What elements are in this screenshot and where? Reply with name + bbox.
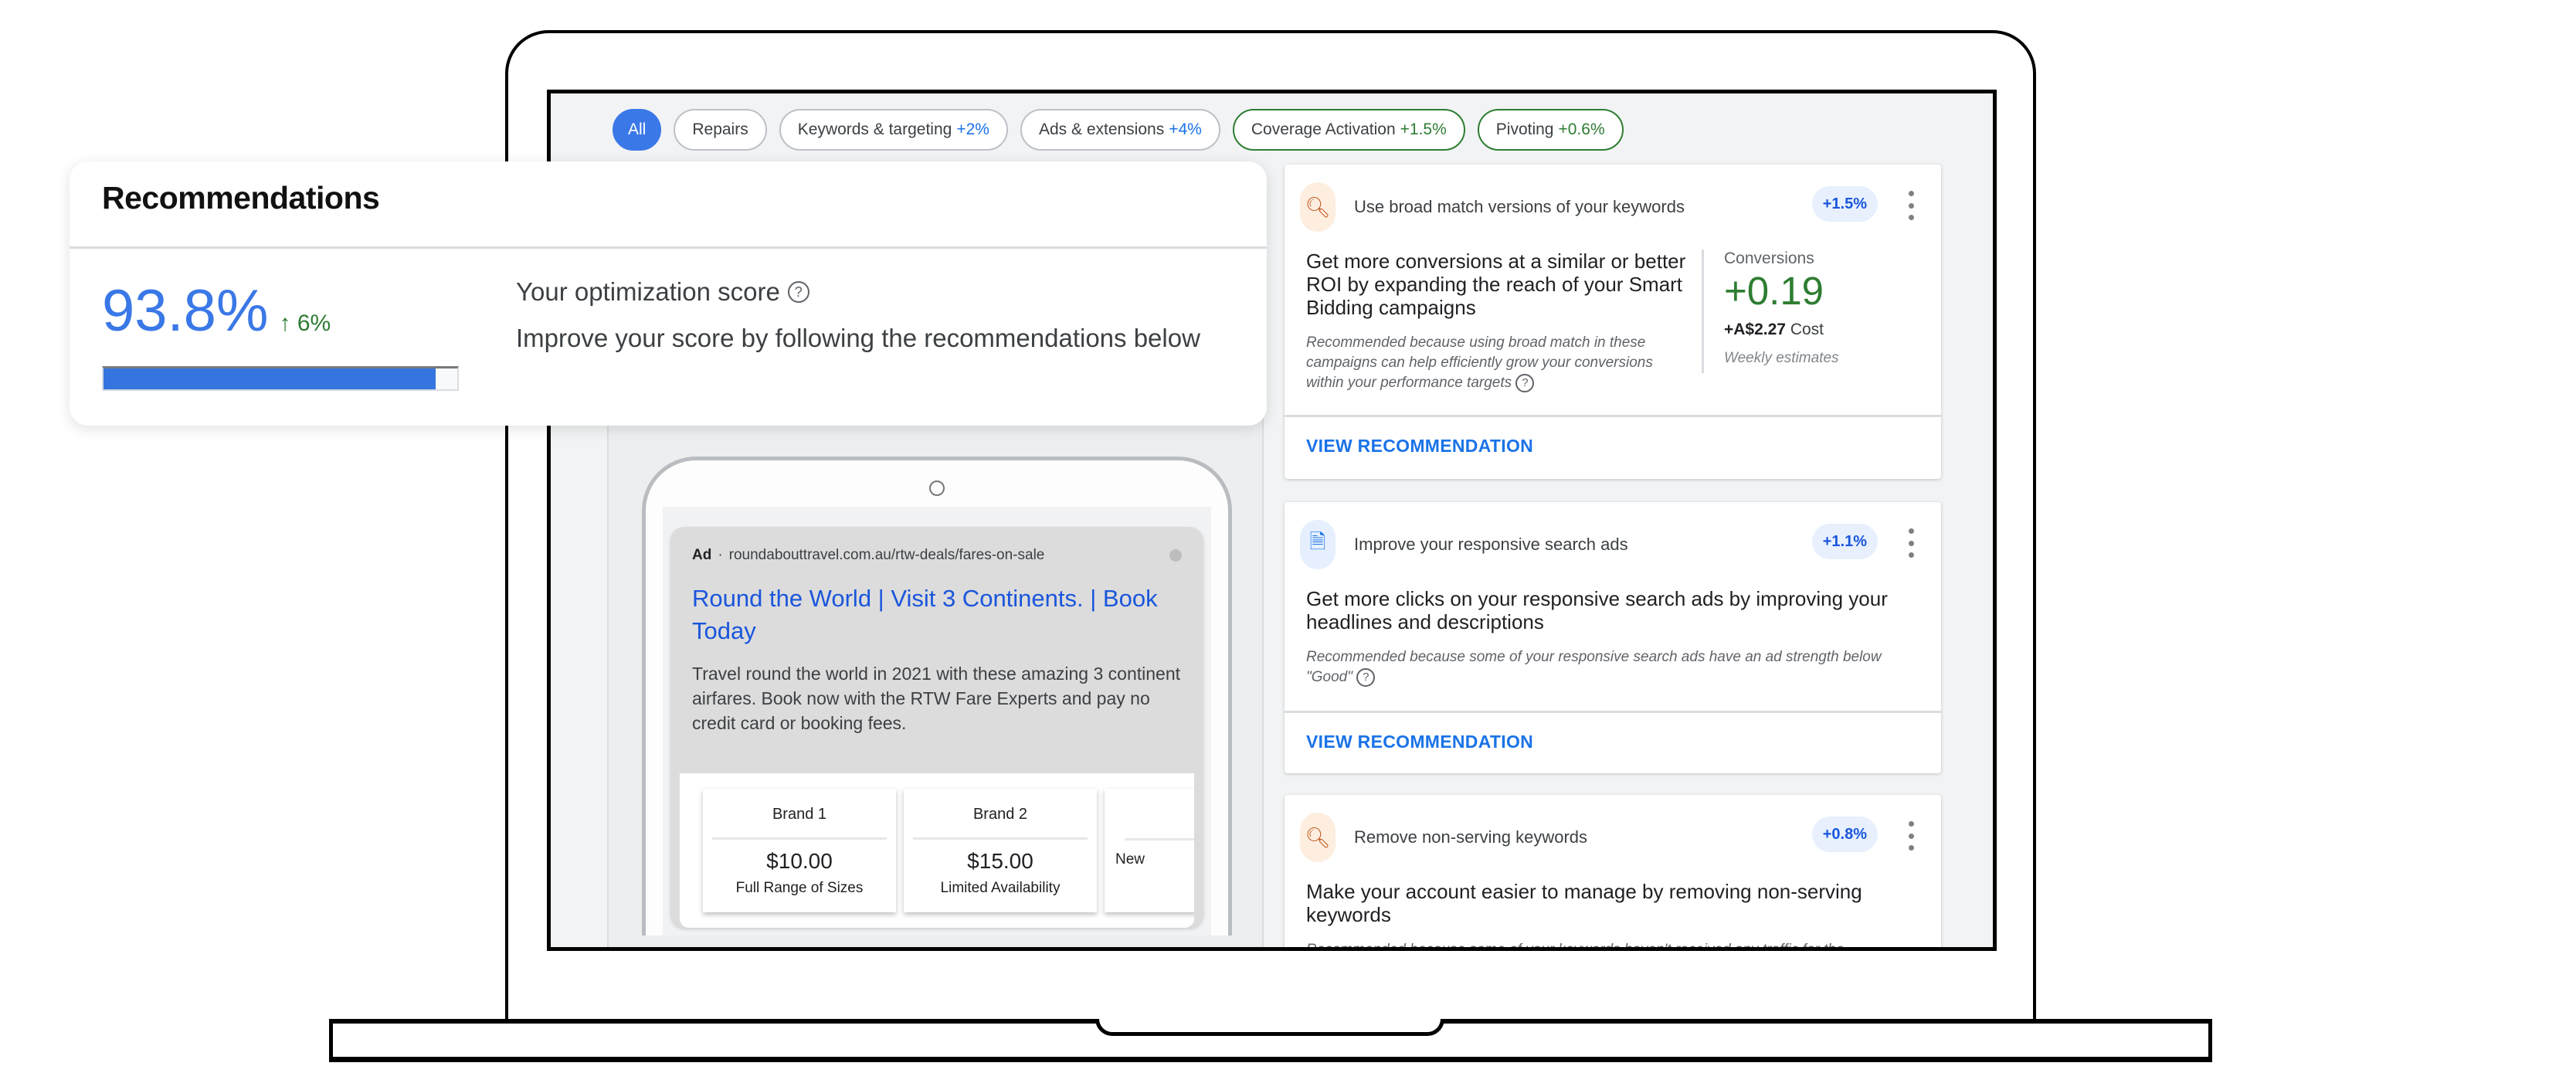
laptop-notch (1095, 1019, 1444, 1036)
product-price: $10.00 (766, 849, 833, 873)
optimization-label: Your optimization score ? (516, 277, 809, 307)
cost-value: +A$2.27 (1724, 321, 1786, 338)
score-display: 93.8% ↑ 6% (102, 277, 331, 345)
chip-coverage-activation[interactable]: Coverage Activation +1.5% (1232, 109, 1465, 151)
card-body: Get more conversions at a similar or bet… (1285, 250, 1941, 415)
chip-label: Ads & extensions (1038, 121, 1165, 138)
chip-delta: +0.6% (1558, 121, 1605, 138)
card-header: 🗎︎ Improve your responsive search ads +1… (1285, 502, 1941, 587)
help-icon[interactable]: ? (1356, 667, 1376, 687)
chip-all[interactable]: All (613, 109, 662, 151)
chip-delta: +2% (956, 121, 989, 138)
view-recommendation-button[interactable]: VIEW RECOMMENDATION (1306, 436, 1533, 457)
ad-url[interactable]: roundabouttravel.com.au/rtw-deals/fares-… (729, 547, 1045, 564)
card-title: Improve your responsive search ads (1354, 535, 1628, 554)
divider (70, 246, 1267, 249)
reason-text: Recommended because some of your respons… (1306, 649, 1882, 685)
optimization-score-card: Recommendations 93.8% ↑ 6% Your optimiza… (70, 161, 1267, 426)
card-headline: Get more clicks on your responsive searc… (1306, 587, 1888, 633)
ad-preview-panel: Ad · roundabouttravel.com.au/rtw-deals/f… (607, 410, 1264, 947)
product-brand (1125, 824, 1194, 840)
card-header: 🔍︎ Use broad match versions of your keyw… (1285, 165, 1941, 250)
product-note: Full Range of Sizes (735, 880, 864, 896)
metric-value: +0.19 (1724, 269, 1824, 313)
uplift-badge: +1.1% (1811, 524, 1878, 559)
chip-delta: +1.5% (1400, 121, 1447, 138)
reason-text: Recommended because using broad match in… (1306, 334, 1653, 391)
card-reason: Recommended because using broad match in… (1306, 333, 1692, 393)
metric-cost: +A$2.27 Cost (1724, 321, 1839, 339)
ad-header: Ad · roundabouttravel.com.au/rtw-deals/f… (692, 547, 1182, 564)
info-icon[interactable] (1169, 549, 1182, 562)
card-title: Use broad match versions of your keyword… (1354, 197, 1685, 216)
phone-camera-icon (929, 480, 945, 496)
chip-label: Repairs (692, 121, 748, 138)
card-footer: VIEW RECOMMENDATION (1285, 711, 1941, 771)
card-reason: Recommended because some of your keyword… (1306, 942, 1845, 951)
uplift-badge: +1.5% (1811, 186, 1878, 222)
score-progress-bar (102, 366, 459, 391)
card-headline: Get more conversions at a similar or bet… (1306, 250, 1686, 319)
phone-mockup: Ad · roundabouttravel.com.au/rtw-deals/f… (642, 457, 1232, 935)
ad-title-link[interactable]: Round the World | Visit 3 Continents. | … (692, 582, 1182, 647)
product-brand: Brand 2 (913, 806, 1088, 840)
card-body: Make your account easier to manage by re… (1285, 880, 1941, 951)
card-title: Remove non-serving keywords (1354, 827, 1588, 847)
metric-note: Weekly estimates (1724, 350, 1839, 366)
estimate-metrics: Conversions +0.19 +A$2.27 Cost Weekly es… (1702, 250, 1839, 373)
chip-ads-extensions[interactable]: Ads & extensions +4% (1020, 109, 1220, 151)
ad-description: Travel round the world in 2021 with thes… (692, 664, 1181, 733)
more-vert-icon[interactable] (1907, 821, 1915, 851)
optimization-description: Improve your score by following the reco… (516, 324, 1200, 352)
chip-pivoting[interactable]: Pivoting +0.6% (1477, 109, 1624, 151)
chip-label: Coverage Activation (1251, 121, 1396, 138)
chip-label: Pivoting (1495, 121, 1554, 138)
uplift-badge: +0.8% (1811, 817, 1878, 852)
card-body: Get more clicks on your responsive searc… (1285, 587, 1941, 711)
search-ad: Ad · roundabouttravel.com.au/rtw-deals/f… (670, 527, 1203, 928)
recommendation-card: 🔍︎ Use broad match versions of your keyw… (1285, 165, 1941, 479)
ad-product-card[interactable]: New (1105, 789, 1194, 912)
help-icon[interactable]: ? (1515, 373, 1535, 392)
chip-delta: +4% (1169, 121, 1202, 138)
score-change: ↑ 6% (279, 311, 331, 336)
chip-keywords-targeting[interactable]: Keywords & targeting +2% (779, 109, 1008, 151)
card-title: Recommendations (102, 180, 380, 216)
ad-edit-icon: 🗎︎ (1300, 520, 1336, 569)
chip-label: All (628, 121, 647, 138)
search-icon: 🔍︎ (1300, 182, 1336, 232)
product-note: Limited Availability (940, 880, 1061, 896)
view-recommendation-button[interactable]: VIEW RECOMMENDATION (1306, 732, 1533, 752)
ad-separator: · (718, 547, 723, 563)
more-vert-icon[interactable] (1907, 191, 1915, 220)
ad-product-card[interactable]: Brand 1 $10.00 Full Range of Sizes (703, 789, 896, 912)
ad-badge: Ad (692, 547, 712, 563)
ad-structured-snippets: Brand 1 $10.00 Full Range of Sizes Brand… (680, 773, 1194, 928)
cost-label: Cost (1790, 321, 1824, 338)
filter-chips: All Repairs Keywords & targeting +2% Ads… (613, 109, 1624, 151)
chip-repairs[interactable]: Repairs (674, 109, 767, 151)
phone-screen: Ad · roundabouttravel.com.au/rtw-deals/f… (663, 507, 1211, 935)
product-brand: Brand 1 (712, 806, 887, 840)
search-icon: 🔍︎ (1300, 813, 1336, 862)
product-note: New (1115, 851, 1145, 868)
score-progress-fill (104, 368, 436, 389)
card-headline: Make your account easier to manage by re… (1306, 880, 1862, 926)
help-icon[interactable]: ? (787, 281, 809, 303)
recommendation-card: 🗎︎ Improve your responsive search ads +1… (1285, 502, 1941, 773)
ad-product-card[interactable]: Brand 2 $15.00 Limited Availability (904, 789, 1097, 912)
product-price: $15.00 (967, 849, 1033, 873)
card-header: 🔍︎ Remove non-serving keywords +0.8% (1285, 795, 1941, 880)
more-vert-icon[interactable] (1907, 528, 1915, 558)
chip-label: Keywords & targeting (797, 121, 952, 138)
optimization-label-text: Your optimization score (516, 277, 780, 306)
metric-label: Conversions (1724, 250, 1814, 267)
recommendation-card: 🔍︎ Remove non-serving keywords +0.8% Mak… (1285, 795, 1941, 951)
score-value: 93.8% (102, 278, 269, 344)
card-footer: VIEW RECOMMENDATION (1285, 415, 1941, 475)
card-reason: Recommended because some of your respons… (1306, 647, 1919, 688)
